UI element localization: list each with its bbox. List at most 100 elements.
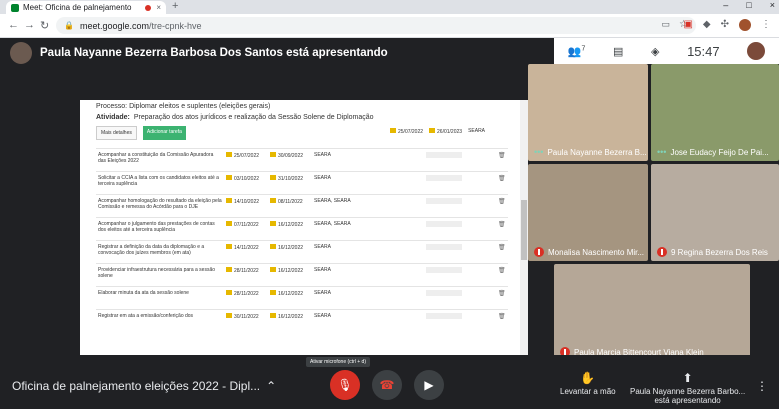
participant-tile[interactable]: Monalisa Nascimento Mir... <box>528 164 648 261</box>
profile-avatar[interactable] <box>739 19 751 31</box>
task-row[interactable]: Registrar a definição da data da diploma… <box>96 240 508 263</box>
trash-icon[interactable]: 🗑 <box>498 152 506 159</box>
mic-tooltip: Ativar microfone (ctrl + d) <box>306 357 370 367</box>
activity-buttons: Mais detalhes Adicionar tarefa <box>96 126 186 140</box>
trash-icon[interactable]: 🗑 <box>498 267 506 274</box>
activities-icon[interactable]: ◈ <box>651 45 659 58</box>
chat-icon[interactable]: ▤ <box>613 45 623 58</box>
calendar-icon <box>270 290 276 295</box>
window-controls: – □ × <box>723 0 775 10</box>
trash-icon[interactable]: 🗑 <box>498 198 506 205</box>
camera-toggle-button[interactable]: ▶ <box>414 370 444 400</box>
camera-icon: ▶ <box>424 378 434 392</box>
new-tab-button[interactable]: + <box>172 0 178 12</box>
present-now-button[interactable]: ⬆ Paula Nayanne Bezerra Barbo... está ap… <box>630 371 745 405</box>
task-row[interactable]: Elaborar minuta da ata da sessão solene 2… <box>96 286 508 309</box>
cast-icon[interactable]: ▭ <box>661 19 670 30</box>
task-row[interactable]: Acompanhar a constituição da Comissão Ap… <box>96 148 508 171</box>
mic-toggle-button[interactable]: 🎙 <box>330 370 360 400</box>
recording-dot-icon <box>145 4 152 11</box>
task-progress-bar <box>426 290 462 296</box>
participant-label: ••• Jose Eudacy Feijo De Pai... <box>657 147 769 157</box>
trash-icon[interactable]: 🗑 <box>498 221 506 228</box>
task-row[interactable]: Acompanhar o julgamento das prestações d… <box>96 217 508 240</box>
scrollbar-thumb[interactable] <box>521 200 527 260</box>
speaking-dots-icon: ••• <box>657 147 667 157</box>
participant-tile[interactable]: ••• Paula Nayanne Bezerra B... <box>528 64 648 161</box>
browser-tab-meet[interactable]: Meet: Oficina de palnejamento × <box>6 1 166 14</box>
participants-icon[interactable]: 👥7 <box>568 45 586 58</box>
task-start: 14/10/2022 <box>226 198 259 205</box>
task-start: 30/11/2022 <box>226 313 259 320</box>
chevron-up-icon: ⌃ <box>266 379 277 393</box>
tab-close-icon[interactable]: × <box>156 3 161 12</box>
task-start: 14/11/2022 <box>226 244 259 251</box>
task-end-text: 16/12/2022 <box>278 268 304 274</box>
extension-icon[interactable]: ◆ <box>703 19 711 31</box>
calendar-icon <box>226 290 232 295</box>
trash-icon[interactable]: 🗑 <box>498 290 506 297</box>
meeting-title[interactable]: Oficina de palnejamento eleições 2022 - … <box>12 379 276 393</box>
task-text: Registrar a definição da data da diploma… <box>98 244 205 256</box>
details-button[interactable]: Mais detalhes <box>96 126 137 140</box>
present-screen-icon: ⬆ <box>682 371 693 385</box>
browser-menu-icon[interactable]: ⋮ <box>761 19 771 31</box>
task-row[interactable]: Providenciar infraestrutura necessária p… <box>96 263 508 286</box>
url-host: meet.google.com <box>79 20 150 31</box>
presenting-line1: Paula Nayanne Bezerra Barbo... <box>630 387 746 396</box>
maximize-icon[interactable]: □ <box>746 0 751 10</box>
task-text: Elaborar minuta da ata da sessão solene <box>98 290 189 296</box>
participant-tile[interactable]: 9 Regina Bezerra Dos Reis <box>651 164 779 261</box>
calendar-icon <box>270 198 276 203</box>
task-start-text: 14/11/2022 <box>234 245 259 251</box>
hangup-icon: ☎ <box>379 378 395 392</box>
scrollbar[interactable] <box>520 100 528 366</box>
calendar-icon <box>226 175 232 180</box>
raise-hand-button[interactable]: ✋ Levantar a mão <box>560 371 616 396</box>
participant-name: Paula Nayanne Bezerra B... <box>547 147 647 157</box>
task-start-text: 30/11/2022 <box>234 314 259 320</box>
puzzle-icon[interactable]: ✣ <box>721 19 729 31</box>
task-row[interactable]: Registrar em ata a emissão/conferição do… <box>96 309 508 332</box>
participant-label: Monalisa Nascimento Mir... <box>534 247 644 257</box>
task-start: 25/07/2022 <box>226 152 259 159</box>
task-end-text: 16/12/2022 <box>278 245 304 251</box>
minimize-icon[interactable]: – <box>723 0 728 10</box>
task-progress-bar <box>426 313 462 319</box>
calendar-icon <box>429 128 436 133</box>
calendar-icon <box>270 244 276 249</box>
task-progress-bar <box>426 221 462 227</box>
pdf-extension-icon[interactable]: ▣ <box>683 19 692 31</box>
participant-name: Jose Eudacy Feijo De Pai... <box>670 147 769 157</box>
leave-call-button[interactable]: ☎ <box>372 370 402 400</box>
task-responsible: SEARA <box>314 152 331 158</box>
task-end: 16/12/2022 <box>270 290 303 297</box>
task-progress-bar <box>426 267 462 273</box>
start-date: 25/07/2022 <box>390 128 423 135</box>
close-window-icon[interactable]: × <box>770 0 775 10</box>
url-field[interactable]: 🔒 meet.google.com/tre-cpnk-hve ▭ ☆ <box>56 17 696 34</box>
forward-arrow-icon[interactable]: → <box>24 19 35 31</box>
reload-icon[interactable]: ↻ <box>40 19 49 32</box>
calendar-icon <box>270 313 276 318</box>
calendar-icon <box>226 313 232 318</box>
task-row[interactable]: Solicitar a CCIA a lista com os candidat… <box>96 171 508 194</box>
task-text: Acompanhar o julgamento das prestações d… <box>98 221 215 233</box>
calendar-icon <box>226 267 232 272</box>
trash-icon[interactable]: 🗑 <box>498 313 506 320</box>
trash-icon[interactable]: 🗑 <box>498 175 506 182</box>
task-end: 16/12/2022 <box>270 313 303 320</box>
end-date: 26/01/2023 <box>429 128 462 135</box>
browser-tab-strip: Meet: Oficina de palnejamento × + – □ × <box>0 0 779 14</box>
add-task-button[interactable]: Adicionar tarefa <box>142 126 186 140</box>
participant-tile[interactable]: Paula Marcia Bittencourt Viana Klein <box>554 264 750 361</box>
trash-icon[interactable]: 🗑 <box>498 244 506 251</box>
activity-label: Atividade: <box>96 114 130 121</box>
back-arrow-icon[interactable]: ← <box>8 19 19 31</box>
task-responsible: SEARA <box>314 267 331 273</box>
task-end-text: 16/12/2022 <box>278 314 304 320</box>
participant-tile[interactable]: ••• Jose Eudacy Feijo De Pai... <box>651 64 779 161</box>
meet-bottom-bar: Ativar microfone (ctrl + d) Oficina de p… <box>0 355 779 409</box>
task-row[interactable]: Acompanhar homologação do resultado da e… <box>96 194 508 217</box>
more-options-icon[interactable]: ⋮ <box>756 379 768 393</box>
